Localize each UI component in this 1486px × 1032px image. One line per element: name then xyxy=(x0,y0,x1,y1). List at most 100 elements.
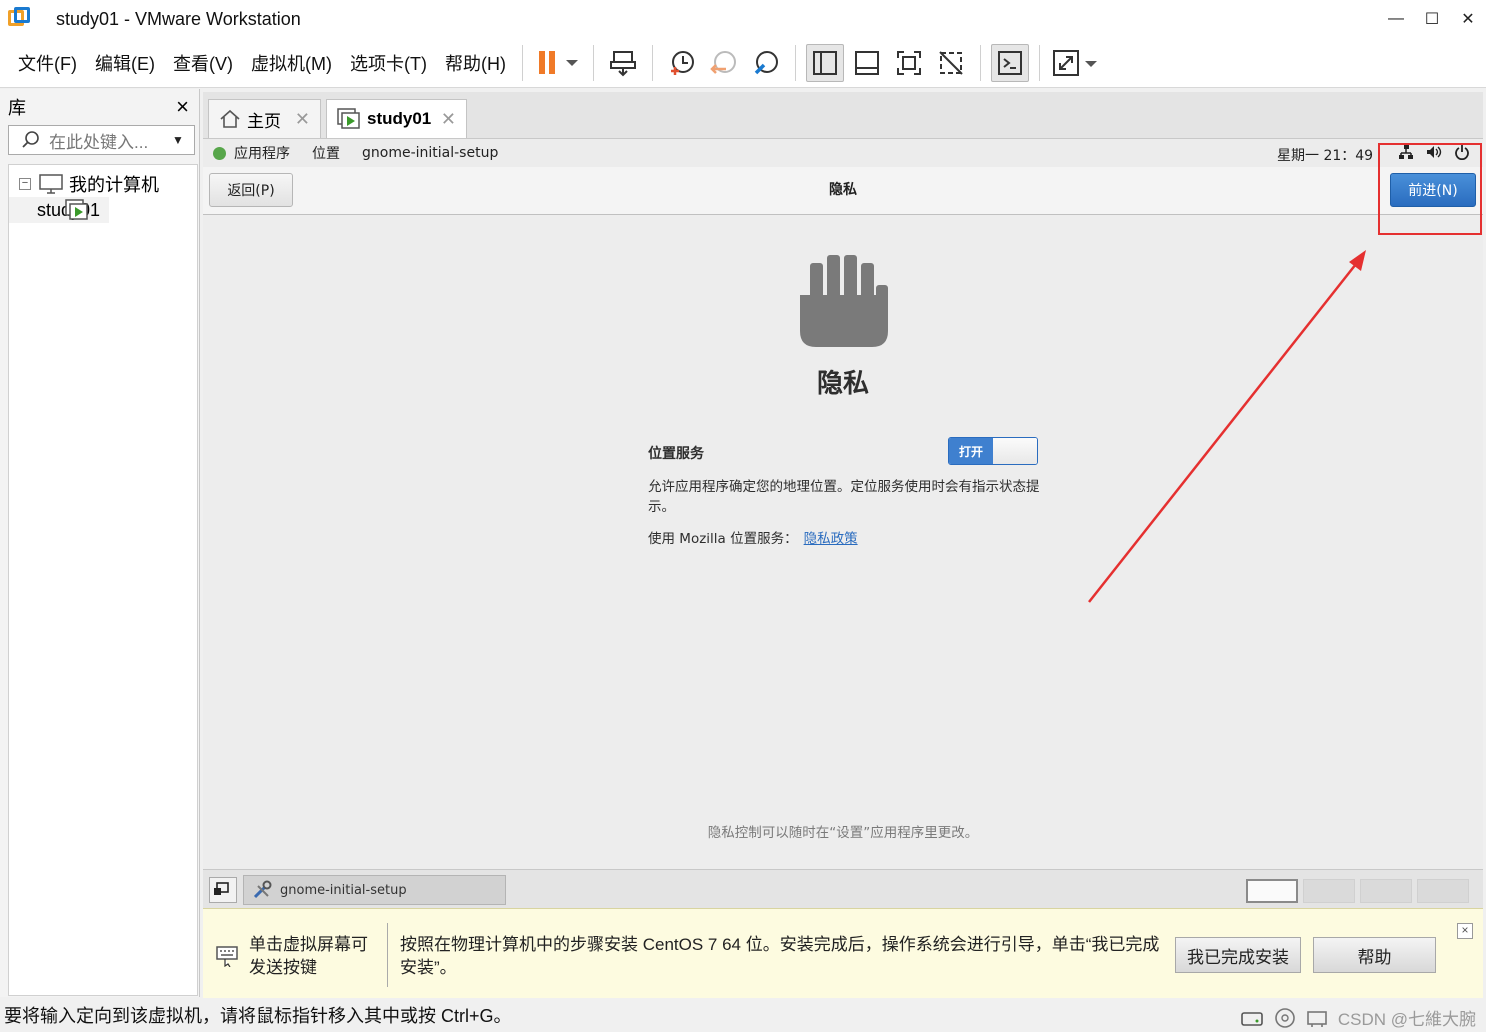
hint-separator xyxy=(387,923,388,987)
places-menu[interactable]: 位置 xyxy=(312,143,340,163)
menu-bar: 文件(F) 编辑(E) 查看(V) 虚拟机(M) 选项卡(T) 帮助(H) xyxy=(0,38,1486,88)
snapshot-manager-button[interactable] xyxy=(747,44,785,82)
workspace-2[interactable] xyxy=(1303,879,1355,903)
privacy-footnote: 隐私控制可以随时在“设置”应用程序里更改。 xyxy=(707,825,979,841)
show-library-button[interactable] xyxy=(805,43,844,82)
tree-label-my-computer: 我的计算机 xyxy=(69,175,159,195)
clock[interactable]: 星期一 21：49 xyxy=(1277,145,1373,165)
search-placeholder: 在此处键入... xyxy=(49,132,149,152)
tab-close-study01-button[interactable]: ✕ xyxy=(441,109,456,130)
tab-label-study01: study01 xyxy=(367,109,432,128)
taskbar-item-gnome-initial-setup[interactable]: gnome-initial-setup xyxy=(243,875,506,905)
toolbar-separator xyxy=(979,44,981,81)
library-tree: − 我的计算机 study01 xyxy=(8,164,198,996)
menu-edit[interactable]: 编辑(E) xyxy=(95,50,155,76)
location-services-toggle[interactable]: 打开 xyxy=(948,437,1038,465)
annotation-highlight-box xyxy=(1378,143,1482,235)
network-adapter-icon[interactable] xyxy=(1306,1008,1328,1028)
cd-dvd-icon[interactable] xyxy=(1274,1007,1296,1029)
setup-tools-icon xyxy=(253,880,272,899)
location-services-label: 位置服务 xyxy=(648,446,704,462)
pause-button[interactable] xyxy=(533,44,583,82)
thumbnail-bar-button[interactable] xyxy=(848,44,886,82)
mozilla-service-line: 使用 Mozilla 位置服务： 隐私政策 xyxy=(648,527,858,547)
title-bar: study01 - VMware Workstation — ☐ ✕ xyxy=(0,0,1486,38)
thumbnail-view-icon xyxy=(854,50,879,75)
library-close-button[interactable]: × xyxy=(176,94,189,120)
privacy-policy-link[interactable]: 隐私政策 xyxy=(804,531,858,547)
hard-disk-icon[interactable] xyxy=(1240,1008,1264,1028)
snapshot-manager-icon xyxy=(754,50,778,74)
revert-snapshot-button[interactable] xyxy=(705,44,743,82)
keyboard-click-icon xyxy=(216,946,238,967)
menu-vm[interactable]: 虚拟机(M) xyxy=(251,50,332,76)
vm-console[interactable]: 应用程序 位置 gnome-initial-setup 星期一 21：49 返回… xyxy=(203,138,1483,909)
full-screen-icon xyxy=(896,50,921,75)
library-search-input[interactable]: 在此处键入... ▼ xyxy=(8,125,195,155)
gnome-top-bar: 应用程序 位置 gnome-initial-setup 星期一 21：49 xyxy=(203,139,1483,167)
privacy-page: 隐私 位置服务 打开 允许应用程序确定您的地理位置。定位服务使用时会有指示状态提… xyxy=(203,215,1483,869)
snapshot-button[interactable] xyxy=(663,44,701,82)
tree-item-study01[interactable]: study01 xyxy=(9,197,109,223)
show-desktop-button[interactable] xyxy=(209,877,237,903)
revert-snapshot-icon xyxy=(710,50,736,74)
toolbar-separator xyxy=(521,44,523,81)
toggle-state-label: 打开 xyxy=(949,438,993,464)
applications-menu[interactable]: 应用程序 xyxy=(213,143,312,163)
stretch-button[interactable] xyxy=(1050,44,1100,82)
setup-header-bar: 返回(P) 隐私 前进(N) xyxy=(203,167,1483,215)
menu-view[interactable]: 查看(V) xyxy=(173,50,233,76)
search-icon xyxy=(22,131,39,148)
vmware-logo-icon xyxy=(8,7,32,31)
unity-icon xyxy=(939,50,963,75)
window-title: study01 - VMware Workstation xyxy=(56,8,301,29)
hint-close-button[interactable]: × xyxy=(1457,923,1473,939)
vm-icon xyxy=(65,199,88,220)
workspace-1[interactable] xyxy=(1246,879,1298,903)
vm-tab-icon xyxy=(337,108,360,129)
tree-item-my-computer[interactable]: − 我的计算机 xyxy=(9,171,197,197)
unity-button[interactable] xyxy=(932,44,970,82)
library-pane: 库 × 在此处键入... ▼ − 我的计算机 study01 xyxy=(0,89,200,997)
send-keys-icon xyxy=(609,50,636,76)
tab-home[interactable]: 主页 ✕ xyxy=(208,99,321,138)
workspace-4[interactable] xyxy=(1417,879,1469,903)
search-dropdown-icon[interactable]: ▼ xyxy=(172,133,194,147)
menu-help[interactable]: 帮助(H) xyxy=(445,50,506,76)
hint-help-button[interactable]: 帮助 xyxy=(1313,937,1436,973)
pause-icon xyxy=(538,50,578,74)
privacy-title: 隐私 xyxy=(816,369,869,399)
hint-install-text: 按照在物理计算机中的步骤安装 CentOS 7 64 位。安装完成后，操作系统会… xyxy=(400,935,1160,977)
restore-window-icon xyxy=(214,882,229,895)
applications-label: 应用程序 xyxy=(234,146,290,162)
status-text: 要将输入定向到该虚拟机，请将鼠标指针移入其中或按 Ctrl+G。 xyxy=(4,1006,512,1026)
console-view-button[interactable] xyxy=(990,43,1029,82)
menu-file[interactable]: 文件(F) xyxy=(18,50,77,76)
console-icon xyxy=(997,50,1022,75)
toolbar-separator xyxy=(794,44,796,81)
minimize-button[interactable]: — xyxy=(1378,0,1414,38)
app-menu[interactable]: gnome-initial-setup xyxy=(362,145,498,161)
maximize-button[interactable]: ☐ xyxy=(1414,0,1450,38)
gnome-window-list: gnome-initial-setup xyxy=(203,869,1483,909)
installation-complete-button[interactable]: 我已完成安装 xyxy=(1175,937,1301,973)
tab-close-home-button[interactable]: ✕ xyxy=(295,109,310,130)
menu-tabs[interactable]: 选项卡(T) xyxy=(350,50,427,76)
close-window-button[interactable]: ✕ xyxy=(1450,0,1486,38)
gnome-foot-icon xyxy=(213,146,226,160)
toggle-knob xyxy=(993,438,1037,464)
collapse-icon[interactable]: − xyxy=(19,178,31,190)
tab-study01[interactable]: study01 ✕ xyxy=(326,99,467,138)
taskbar-item-label: gnome-initial-setup xyxy=(280,882,407,898)
computer-icon xyxy=(39,174,63,194)
send-ctrl-alt-del-button[interactable] xyxy=(604,44,642,82)
mozilla-service-text: 使用 Mozilla 位置服务： xyxy=(648,531,798,547)
back-button[interactable]: 返回(P) xyxy=(209,173,293,207)
tab-strip: 主页 ✕ study01 ✕ xyxy=(203,92,1483,138)
toolbar-separator xyxy=(651,44,653,81)
privacy-hand-icon xyxy=(800,255,888,347)
stretch-icon xyxy=(1052,49,1097,76)
workspace-3[interactable] xyxy=(1360,879,1412,903)
snapshot-icon xyxy=(670,50,694,75)
full-screen-button[interactable] xyxy=(890,44,928,82)
